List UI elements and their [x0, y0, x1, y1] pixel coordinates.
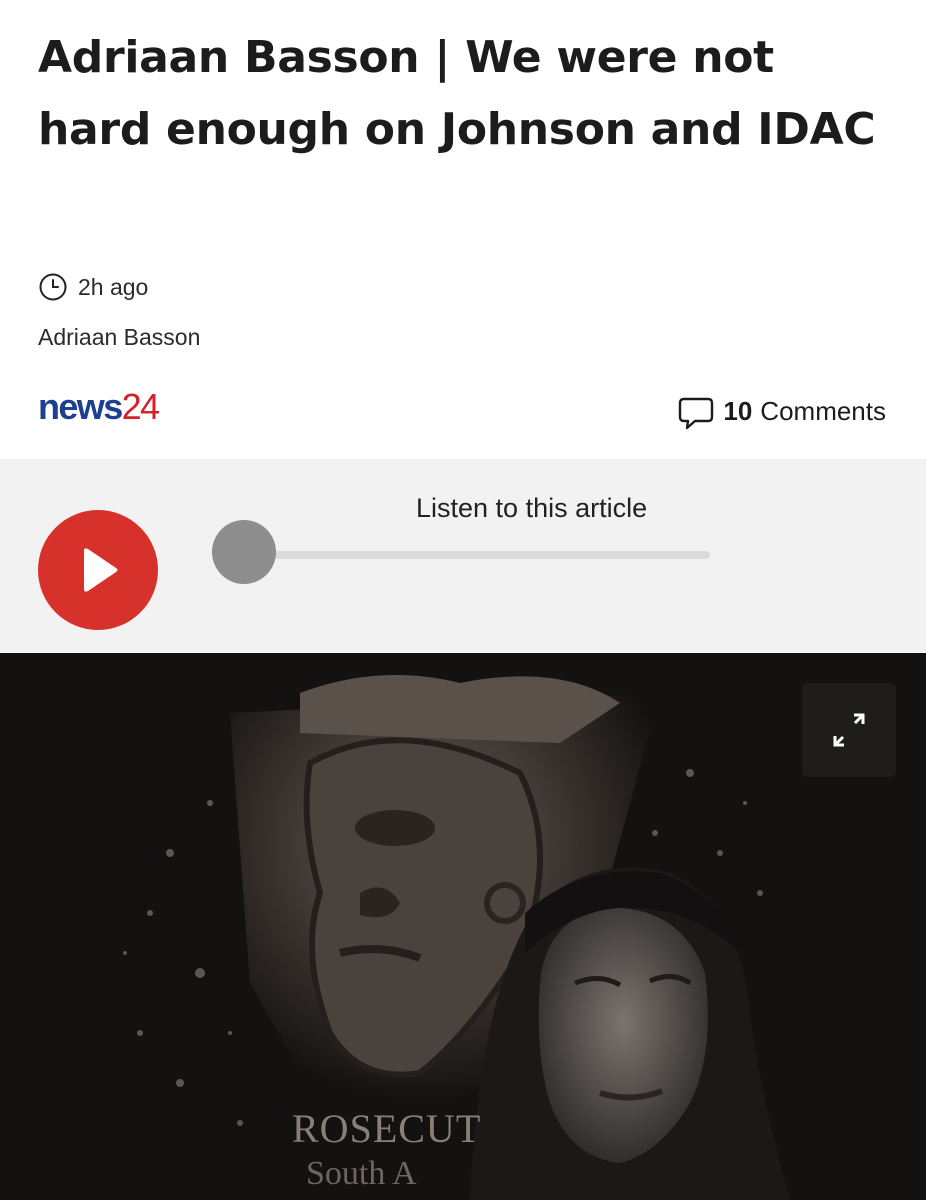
- comment-label: Comments: [760, 395, 886, 426]
- time-ago-text: 2h ago: [78, 273, 149, 300]
- play-button[interactable]: [38, 510, 158, 630]
- listen-label: Listen to this article: [416, 493, 648, 523]
- article-headline: Adriaan Basson | We were not hard enough…: [38, 32, 876, 155]
- comment-count: 10: [723, 395, 753, 426]
- author-name[interactable]: Adriaan Basson: [38, 324, 200, 351]
- audio-player: Listen to this article: [0, 459, 926, 652]
- logo-news-text: news: [38, 386, 123, 427]
- play-icon: [84, 548, 118, 592]
- audio-progress-thumb[interactable]: [212, 520, 276, 584]
- news24-logo[interactable]: news24: [38, 386, 160, 428]
- emblem-text-top: ROSECUT: [292, 1106, 482, 1151]
- audio-progress-track[interactable]: [244, 551, 710, 559]
- expand-image-button[interactable]: [802, 683, 896, 777]
- expand-icon: [833, 713, 865, 747]
- comment-bubble-icon: [679, 397, 714, 430]
- emblem-text-bottom: South A: [306, 1155, 417, 1192]
- article-timestamp: 2h ago: [38, 270, 148, 304]
- brand-row: news24 10 Comments: [0, 384, 926, 436]
- hero-image[interactable]: ROSECUT South A: [0, 653, 926, 1200]
- comments-link[interactable]: 10 Comments: [677, 390, 886, 432]
- logo-number-text: 24: [121, 386, 160, 427]
- clock-icon: [39, 273, 67, 301]
